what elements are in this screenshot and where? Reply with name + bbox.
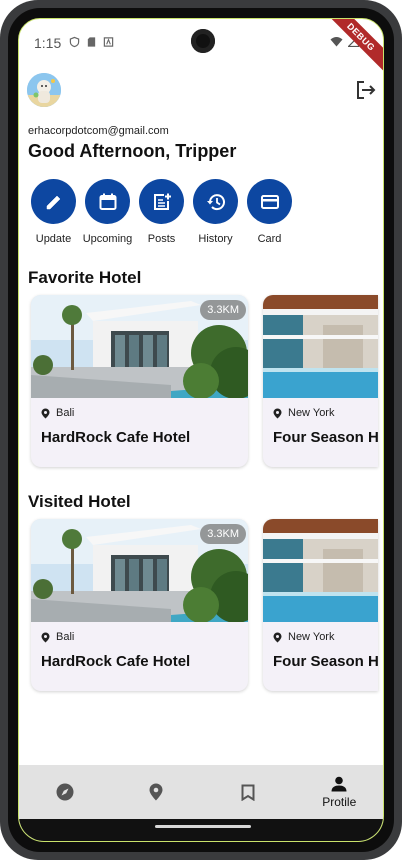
location-pin-icon <box>149 783 163 801</box>
avatar-image <box>27 73 61 107</box>
posts-label: Posts <box>147 233 176 245</box>
hotel-name: Four Season H <box>273 429 378 446</box>
text-icon <box>103 37 114 47</box>
nav-profile-label: Protile <box>322 794 357 809</box>
logout-icon <box>357 81 376 99</box>
hotel-card[interactable]: New York Four Season H <box>263 295 378 467</box>
card-label: Card <box>257 233 282 245</box>
nav-explore[interactable] <box>19 765 111 819</box>
posts-action[interactable]: Posts <box>139 179 184 245</box>
upcoming-action[interactable]: Upcoming <box>82 179 133 245</box>
compass-icon <box>56 783 74 801</box>
hotel-image: 3.3KM <box>31 519 248 622</box>
user-email: erhacorpdotcom@gmail.com <box>28 125 169 137</box>
hotel-image: 3.3KM <box>31 295 248 398</box>
hotel-location-text: Bali <box>56 407 75 419</box>
nav-bookmark[interactable] <box>202 765 294 819</box>
status-bar: 1:15 DEBUG <box>19 19 383 79</box>
distance-badge: 3.3KM <box>200 300 246 320</box>
bottom-navigation: Protile <box>19 765 384 819</box>
avatar[interactable] <box>27 73 61 107</box>
nav-location[interactable] <box>111 765 203 819</box>
credit-card-icon <box>260 194 279 209</box>
debug-banner: DEBUG <box>319 19 383 79</box>
hotel-location: Bali <box>41 407 74 419</box>
update-action[interactable]: Update <box>31 179 76 245</box>
quick-actions: Update Upcoming Posts History Card <box>31 179 292 245</box>
posts-button[interactable] <box>139 179 184 224</box>
nav-profile[interactable]: Protile <box>294 765 384 819</box>
history-button[interactable] <box>193 179 238 224</box>
greeting-title: Good Afternoon, Tripper <box>28 141 237 161</box>
gesture-bar-area <box>19 819 383 841</box>
card-action[interactable]: Card <box>247 179 292 245</box>
history-icon <box>206 193 225 210</box>
location-pin-icon <box>273 408 282 418</box>
card-button[interactable] <box>247 179 292 224</box>
update-label: Update <box>35 233 72 245</box>
hotel-location: New York <box>273 631 334 643</box>
visited-hotel-title: Visited Hotel <box>28 492 131 511</box>
hotel-name: HardRock Cafe Hotel <box>41 653 191 670</box>
favorite-hotel-list: 3.3KM Bali HardRock Cafe Hotel New York … <box>31 295 378 467</box>
home-indicator[interactable] <box>155 825 251 828</box>
hotel-card[interactable]: New York Four Season H <box>263 519 378 691</box>
hotel-card[interactable]: 3.3KM Bali HardRock Cafe Hotel <box>31 519 248 691</box>
favorite-hotel-title: Favorite Hotel <box>28 268 142 287</box>
sd-card-icon <box>87 37 96 47</box>
hotel-location: Bali <box>41 631 74 643</box>
bookmark-icon <box>241 784 255 801</box>
shield-icon <box>69 36 80 48</box>
post-add-icon <box>153 193 171 210</box>
hotel-image <box>263 295 378 398</box>
front-camera <box>191 29 215 53</box>
app-screen: 1:15 DEBUG erhacorpdotcom@gmail.com Good… <box>18 18 384 842</box>
pencil-icon <box>46 195 60 209</box>
location-pin-icon <box>41 408 50 418</box>
history-label: History <box>198 233 233 245</box>
hotel-name: Four Season H <box>273 653 378 670</box>
status-time: 1:15 <box>34 35 62 51</box>
hotel-location-text: Bali <box>56 631 75 643</box>
location-pin-icon <box>41 632 50 642</box>
hotel-card[interactable]: 3.3KM Bali HardRock Cafe Hotel <box>31 295 248 467</box>
hotel-location: New York <box>273 407 334 419</box>
hotel-image <box>263 519 378 622</box>
notification-icons <box>69 36 114 48</box>
hotel-location-text: New York <box>288 407 335 419</box>
wifi-icon <box>330 36 343 46</box>
logout-button[interactable] <box>355 79 377 101</box>
upcoming-label: Upcoming <box>82 233 133 245</box>
hotel-location-text: New York <box>288 631 335 643</box>
location-pin-icon <box>273 632 282 642</box>
update-button[interactable] <box>31 179 76 224</box>
distance-badge: 3.3KM <box>200 524 246 544</box>
person-icon <box>331 776 347 791</box>
hotel-name: HardRock Cafe Hotel <box>41 429 191 446</box>
visited-hotel-list: 3.3KM Bali HardRock Cafe Hotel New York … <box>31 519 378 691</box>
calendar-icon <box>99 193 116 210</box>
history-action[interactable]: History <box>193 179 238 245</box>
upcoming-button[interactable] <box>85 179 130 224</box>
